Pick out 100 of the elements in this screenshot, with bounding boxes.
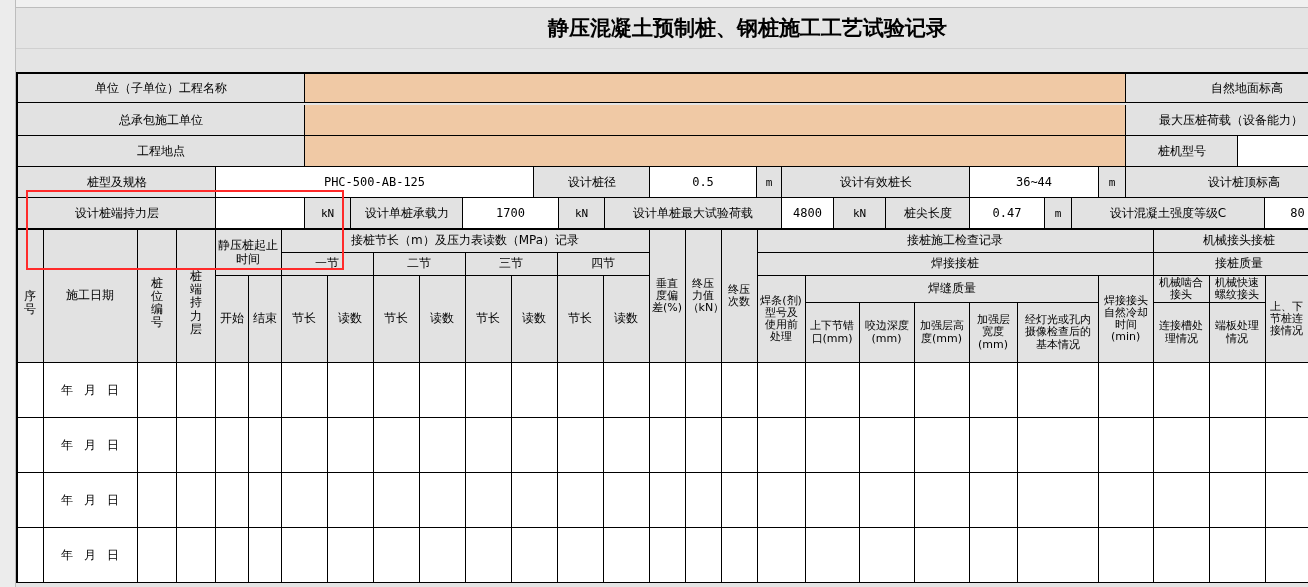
table-cell — [215, 527, 248, 583]
table-cell — [373, 527, 419, 583]
field-label: 设计单桩承载力 — [351, 198, 463, 229]
table-cell — [805, 417, 860, 473]
table-cell — [649, 527, 686, 583]
table-cell — [649, 362, 686, 418]
field-label: 总承包施工单位 — [18, 105, 305, 136]
table-cell — [859, 417, 915, 473]
table-cell — [1098, 417, 1154, 473]
table-cell — [511, 417, 557, 473]
column-header: 焊接接头自然冷却时间(min) — [1098, 275, 1154, 363]
table-cell — [1265, 472, 1308, 528]
table-cell — [1209, 362, 1266, 418]
table-cell — [603, 472, 650, 528]
table-cell — [557, 472, 603, 528]
field-label: 设计单桩最大试验荷载 — [605, 198, 782, 229]
field-label: 桩型及规格 — [18, 167, 216, 198]
input-cell[interactable] — [305, 105, 1126, 136]
table-cell — [281, 472, 327, 528]
table-cell — [859, 472, 915, 528]
table-cell — [685, 362, 722, 418]
date-cell: 年 月 日 — [43, 527, 137, 583]
table-cell — [805, 527, 860, 583]
table-cell — [914, 362, 970, 418]
table-cell — [721, 417, 758, 473]
field-value: 0.5 — [650, 167, 757, 198]
table-cell — [721, 527, 758, 583]
column-header: 焊缝质量 — [805, 275, 1099, 303]
table-cell — [281, 362, 327, 418]
table-cell — [327, 362, 373, 418]
field-value: 80 — [1265, 198, 1308, 229]
table-cell — [215, 362, 248, 418]
table-cell — [557, 527, 603, 583]
unit-label: m — [757, 167, 782, 198]
table-cell — [465, 362, 511, 418]
column-header: 桩位编号 — [137, 229, 176, 363]
table-cell — [969, 417, 1018, 473]
table-cell — [757, 417, 806, 473]
column-header: 端板处理情况 — [1209, 302, 1266, 363]
table-cell — [419, 417, 465, 473]
table-cell — [281, 417, 327, 473]
table-cell — [465, 527, 511, 583]
column-header: 终压次数 — [721, 229, 758, 363]
table-cell — [419, 472, 465, 528]
table-cell — [685, 472, 722, 528]
table-cell — [603, 362, 650, 418]
table-cell — [757, 472, 806, 528]
table-cell — [685, 417, 722, 473]
date-cell: 年 月 日 — [43, 362, 137, 418]
table-cell — [176, 527, 215, 583]
unit-label: kN — [559, 198, 605, 229]
table-cell — [248, 417, 281, 473]
table-cell — [176, 417, 215, 473]
table-cell — [1153, 472, 1210, 528]
table-cell — [557, 417, 603, 473]
table-cell — [373, 362, 419, 418]
column-header: 开始 — [215, 275, 248, 363]
table-cell — [1098, 362, 1154, 418]
table-cell — [649, 417, 686, 473]
field-value: 0.47 — [970, 198, 1045, 229]
table-cell — [327, 417, 373, 473]
column-header: 焊接接桩 — [757, 252, 1154, 276]
input-cell[interactable] — [305, 136, 1126, 167]
table-cell — [805, 472, 860, 528]
table-cell — [603, 417, 650, 473]
column-header: 焊条(剂)型号及使用前处理 — [757, 275, 806, 363]
column-header: 连接槽处理情况 — [1153, 302, 1210, 363]
table-cell — [137, 527, 176, 583]
table-cell — [557, 362, 603, 418]
table-cell — [465, 417, 511, 473]
table-cell — [419, 527, 465, 583]
table-cell — [465, 472, 511, 528]
table-cell — [1209, 417, 1266, 473]
column-header: 咬边深度(mm) — [859, 302, 915, 363]
table-cell — [327, 527, 373, 583]
table-cell — [248, 527, 281, 583]
table-cell — [721, 472, 758, 528]
table-cell — [1153, 362, 1210, 418]
table-cell — [373, 472, 419, 528]
table-cell — [215, 417, 248, 473]
column-header: 加强层高度(mm) — [914, 302, 970, 363]
field-label: 设计桩径 — [534, 167, 650, 198]
column-header: 结束 — [248, 275, 281, 363]
column-header: 读数 — [511, 275, 557, 363]
table-cell — [419, 362, 465, 418]
column-header: 终压力值（kN） — [685, 229, 722, 363]
table-cell — [1098, 472, 1154, 528]
table-cell — [859, 362, 915, 418]
column-header: 经灯光或孔内摄像检查后的基本情况 — [1017, 302, 1099, 363]
field-value: PHC-500-AB-125 — [216, 167, 534, 198]
table-cell — [859, 527, 915, 583]
unit-label: kN — [834, 198, 886, 229]
table-cell — [176, 472, 215, 528]
column-header: 读数 — [419, 275, 465, 363]
field-label: 工程地点 — [18, 136, 305, 167]
input-cell[interactable] — [305, 74, 1126, 103]
column-header: 上下节错口(mm) — [805, 302, 860, 363]
table-cell — [1265, 362, 1308, 418]
column-header: 施工日期 — [43, 229, 137, 363]
table-cell — [511, 472, 557, 528]
